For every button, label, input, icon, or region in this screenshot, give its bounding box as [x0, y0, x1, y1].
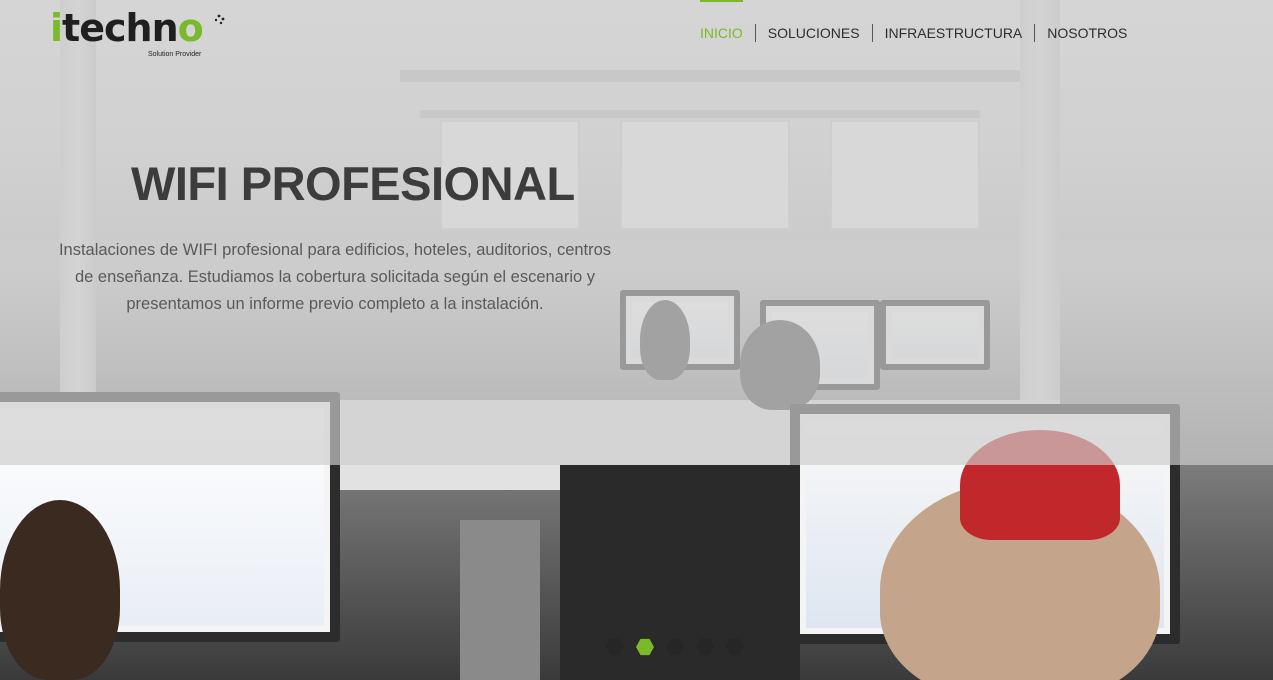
slider-dot[interactable]	[666, 638, 684, 656]
foreground-person-left	[0, 500, 120, 680]
site-logo[interactable]: itechno Solution Provider	[50, 6, 225, 62]
nav-item-nosotros[interactable]: NOSOTROS	[1034, 24, 1139, 42]
slider-dot[interactable]	[726, 638, 744, 656]
logo-wordmark: itechno	[50, 6, 204, 50]
hero-description: Instalaciones de WIFI profesional para e…	[58, 241, 612, 313]
slider-pagination	[606, 638, 744, 656]
logo-dots-icon	[214, 14, 225, 25]
hero-overlay	[0, 0, 1273, 465]
main-nav: INICIO SOLUCIONES INFRAESTRUCTURA NOSOTR…	[700, 0, 1139, 42]
nav-item-inicio[interactable]: INICIO	[700, 0, 755, 42]
nav-item-infraestructura[interactable]: INFRAESTRUCTURA	[871, 24, 1035, 42]
hero-title: WIFI PROFESIONAL	[131, 157, 575, 210]
logo-tagline: Solution Provider	[148, 51, 202, 58]
slider-dot[interactable]	[606, 638, 624, 656]
slider-dot[interactable]	[696, 638, 714, 656]
desk-items	[460, 520, 540, 680]
slider-dot-active[interactable]	[636, 638, 654, 656]
nav-item-soluciones[interactable]: SOLUCIONES	[754, 24, 872, 42]
